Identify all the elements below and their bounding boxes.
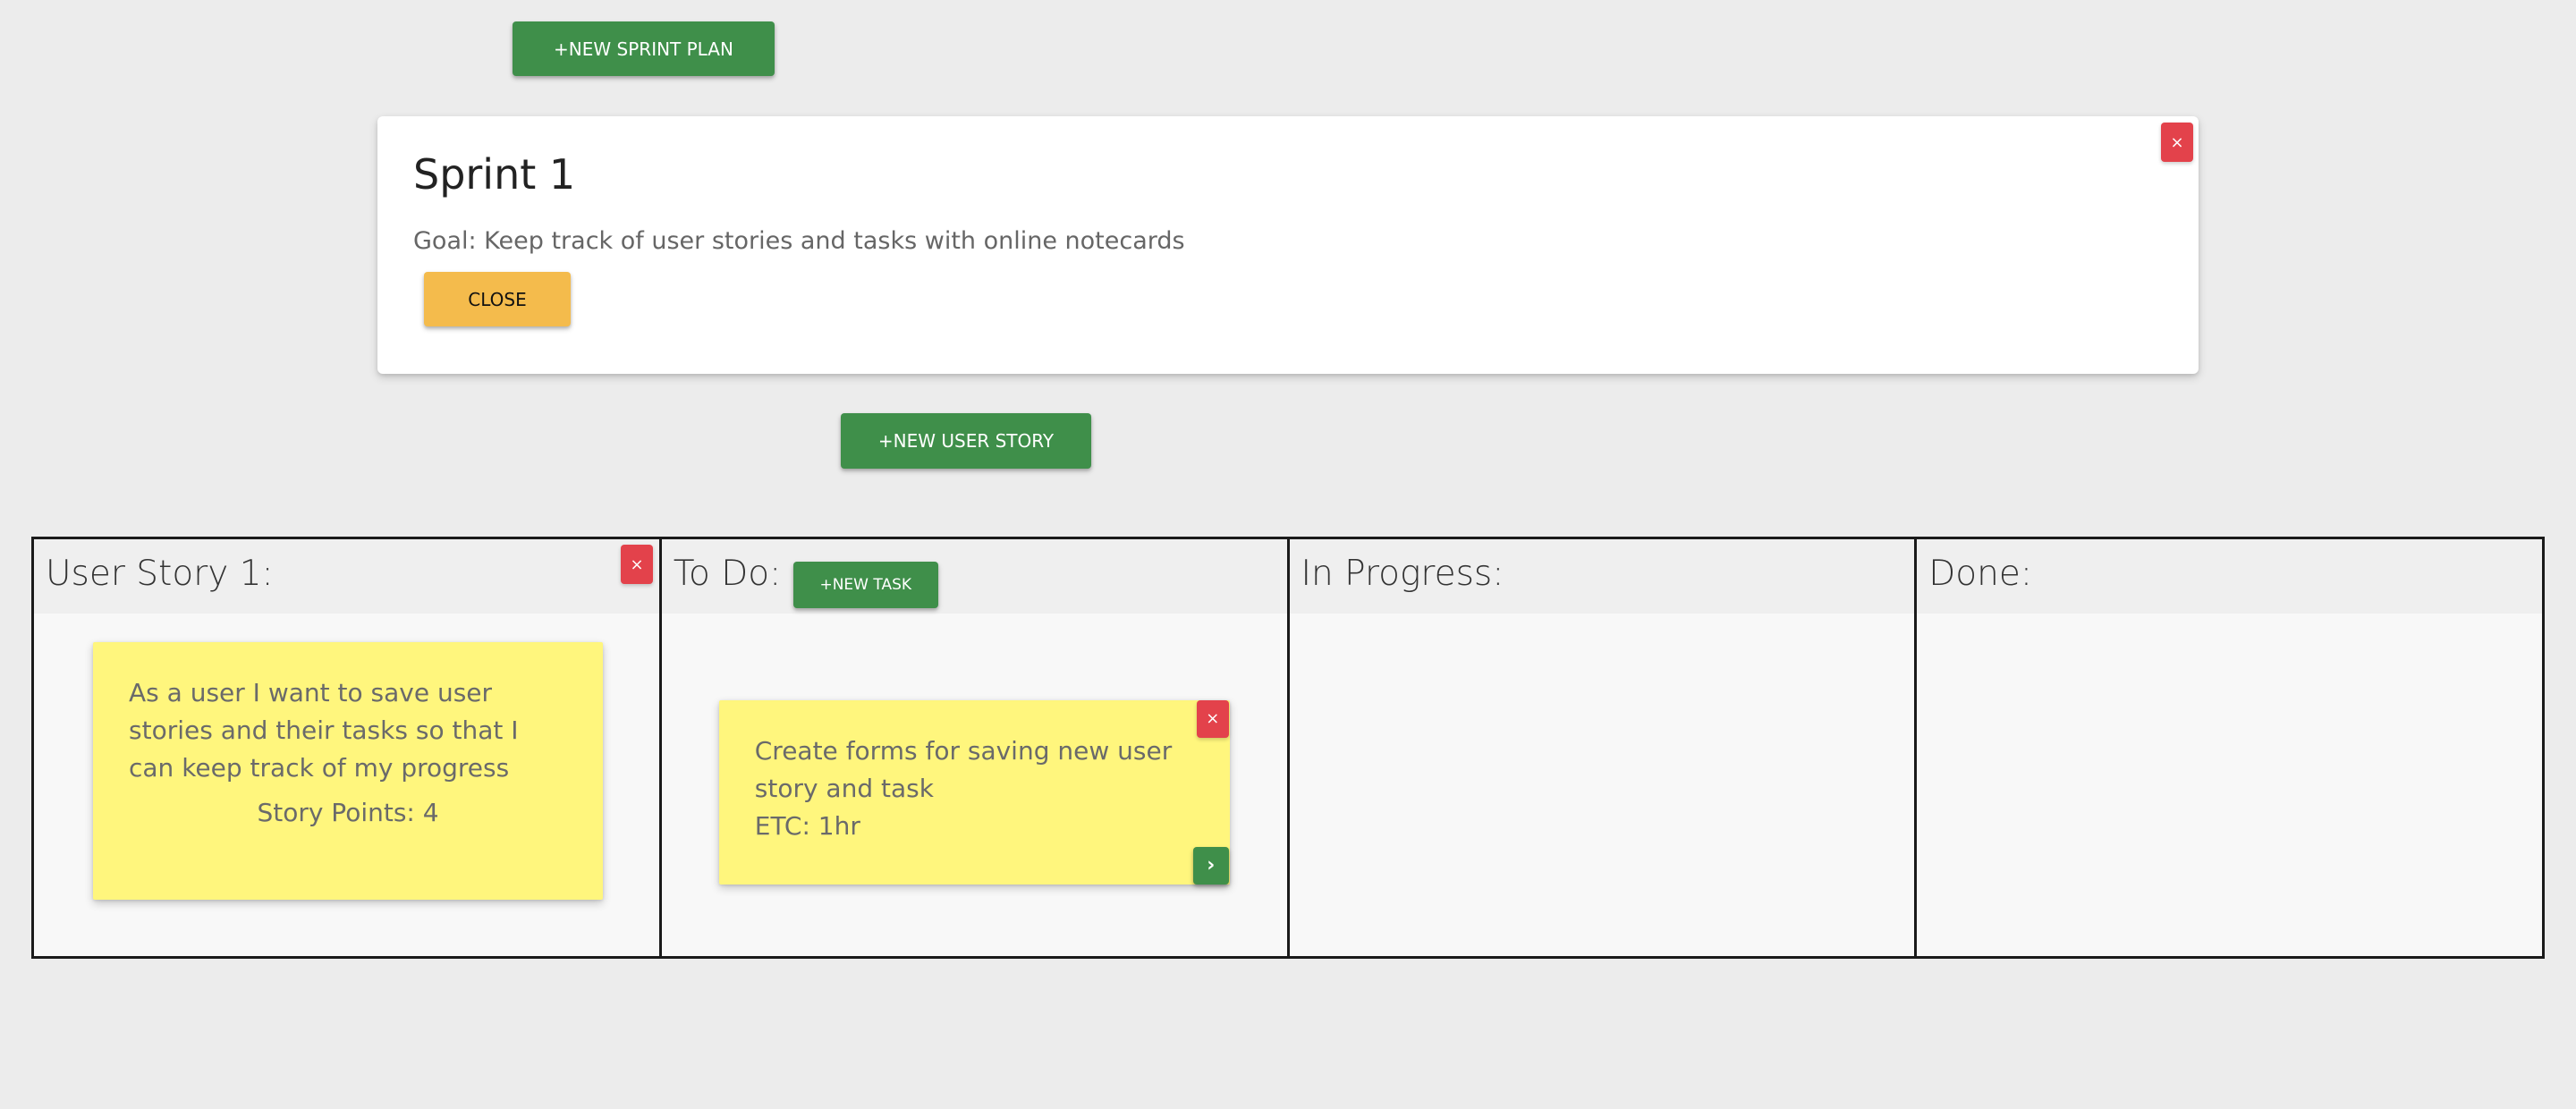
story-points: Story Points: 4 <box>257 798 439 827</box>
column-title: To Do: <box>673 554 782 594</box>
column-title: User Story 1: <box>46 554 274 594</box>
sprint-goal: Goal: Keep track of user stories and tas… <box>413 227 1185 255</box>
column-done: Done: <box>1917 539 2542 956</box>
column-user-story: User Story 1: × As a user I want to save… <box>34 539 662 956</box>
column-title: In Progress: <box>1301 554 1504 594</box>
sprint-card: Sprint 1 Goal: Keep track of user storie… <box>377 116 2199 374</box>
column-title: Done: <box>1928 554 2032 594</box>
close-sprint-button[interactable]: CLOSE <box>424 272 571 326</box>
new-task-button[interactable]: +NEW TASK <box>792 562 938 608</box>
column-header: To Do: +NEW TASK <box>661 539 1287 614</box>
task-text: Create forms for saving new user story a… <box>754 736 1173 803</box>
new-sprint-plan-button[interactable]: +NEW SPRINT PLAN <box>513 21 775 76</box>
column-in-progress: In Progress: <box>1289 539 1918 956</box>
task-note[interactable]: Create forms for saving new user story a… <box>718 700 1230 885</box>
column-header: In Progress: <box>1289 539 1915 614</box>
column-to-do: To Do: +NEW TASK Create forms for saving… <box>661 539 1290 956</box>
column-header: User Story 1: × <box>34 539 659 614</box>
move-task-right-button[interactable]: › <box>1192 847 1229 885</box>
new-user-story-button[interactable]: +NEW USER STORY <box>841 413 1091 469</box>
task-etc: ETC: 1hr <box>754 811 860 841</box>
sprint-title: Sprint 1 <box>413 150 576 199</box>
delete-story-button[interactable]: × <box>621 545 653 584</box>
column-header: Done: <box>1917 539 2542 614</box>
delete-task-button[interactable]: × <box>1196 700 1229 738</box>
delete-sprint-button[interactable]: × <box>2161 123 2193 162</box>
sprint-board: User Story 1: × As a user I want to save… <box>31 537 2545 959</box>
user-story-note[interactable]: As a user I want to save user stories an… <box>93 642 603 900</box>
story-text: As a user I want to save user stories an… <box>129 678 519 783</box>
